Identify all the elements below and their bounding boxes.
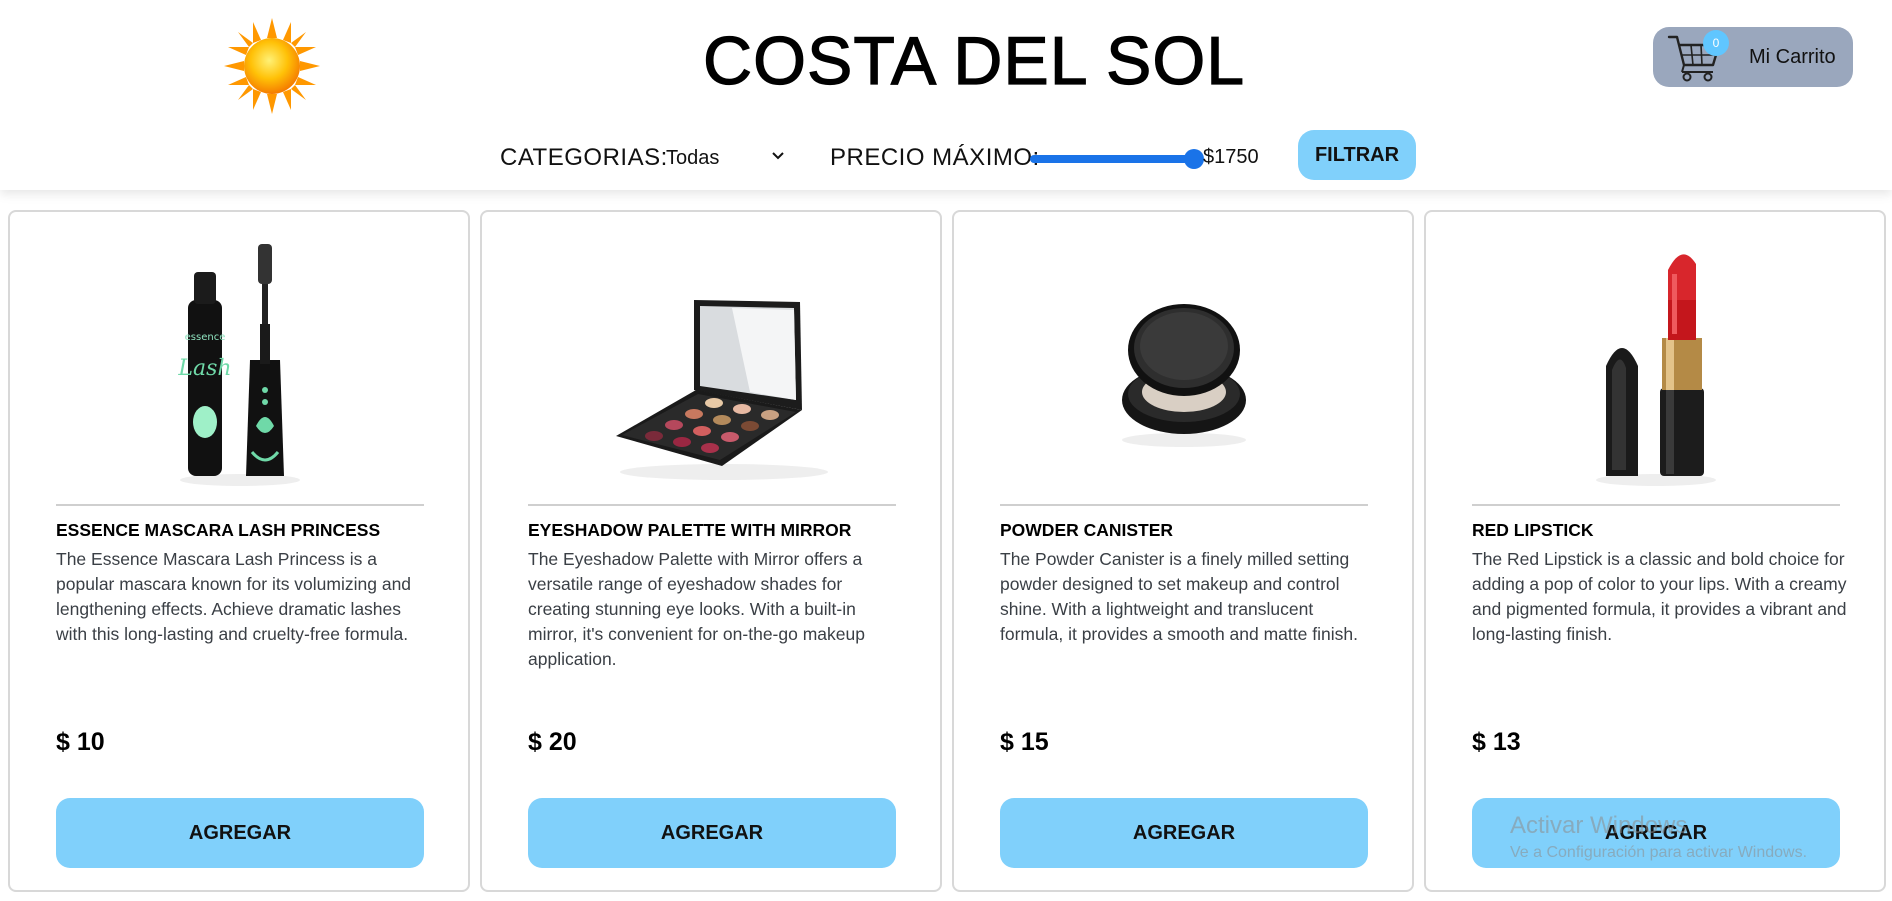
product-title: RED LIPSTICK — [1472, 520, 1594, 540]
category-select[interactable]: Todas — [662, 142, 790, 174]
lipstick-image — [1596, 254, 1716, 486]
product-card: essence Lash ESSENCE MASCARA LASH PRINCE… — [8, 210, 470, 892]
add-to-cart-button[interactable]: AGREGAR — [528, 798, 896, 868]
add-to-cart-button[interactable]: AGREGAR — [1000, 798, 1368, 868]
cart-button[interactable]: 0 Mi Carrito — [1653, 27, 1853, 87]
cart-label: Mi Carrito — [1749, 46, 1836, 68]
max-price-slider[interactable] — [1030, 149, 1204, 169]
eyeshadow-palette-image — [616, 300, 828, 480]
product-grid: essence Lash ESSENCE MASCARA LASH PRINCE… — [8, 210, 1888, 892]
brand-title-text: COSTA DEL SOL — [702, 22, 1246, 99]
max-price-label: PRECIO MÁXIMO: — [830, 144, 1040, 171]
svg-text:essence: essence — [185, 332, 226, 343]
slider-fill — [1030, 155, 1194, 163]
product-card: RED LIPSTICK The Red Lipstick is a class… — [1424, 210, 1886, 892]
category-select-value: Todas — [666, 147, 720, 169]
product-title: POWDER CANISTER — [1000, 520, 1174, 540]
product-title: EYESHADOW PALETTE WITH MIRROR — [528, 520, 852, 540]
product-description: The Red Lipstick is a classic and bold c… — [1472, 549, 1847, 644]
add-to-cart-button[interactable]: AGREGAR — [1472, 798, 1840, 868]
slider-thumb[interactable] — [1184, 149, 1204, 169]
site-header: COSTA DEL SOL 0 Mi Carrito CATEGORIAS: T… — [0, 0, 1892, 190]
card-divider — [1472, 504, 1840, 506]
category-label: CATEGORIAS: — [500, 144, 668, 171]
card-divider — [1000, 504, 1368, 506]
chevron-down-icon — [772, 152, 784, 160]
cart-count-badge: 0 — [1703, 30, 1729, 56]
product-card: EYESHADOW PALETTE WITH MIRROR The Eyesha… — [480, 210, 942, 892]
product-description: The Essence Mascara Lash Princess is a p… — [56, 549, 412, 644]
product-price: $ 20 — [528, 728, 577, 756]
powder-canister-image — [1122, 304, 1246, 447]
product-price: $ 15 — [1000, 728, 1049, 756]
product-description: The Powder Canister is a finely milled s… — [1000, 549, 1358, 644]
product-description: The Eyeshadow Palette with Mirror offers… — [528, 549, 865, 669]
product-price: $ 10 — [56, 728, 105, 756]
card-divider — [56, 504, 424, 506]
product-title: ESSENCE MASCARA LASH PRINCESS — [56, 520, 381, 540]
mascara-image: essence Lash — [177, 244, 300, 486]
svg-text:Lash: Lash — [177, 356, 231, 381]
product-price: $ 13 — [1472, 728, 1521, 756]
brand-title: COSTA DEL SOL — [0, 22, 1892, 100]
add-to-cart-button[interactable]: AGREGAR — [56, 798, 424, 868]
max-price-value: $1750 — [1203, 146, 1259, 168]
card-divider — [528, 504, 896, 506]
filter-bar: CATEGORIAS: Todas PRECIO MÁXIMO: $1750 F… — [0, 130, 1892, 182]
filter-button[interactable]: FILTRAR — [1298, 130, 1416, 180]
product-card: POWDER CANISTER The Powder Canister is a… — [952, 210, 1414, 892]
